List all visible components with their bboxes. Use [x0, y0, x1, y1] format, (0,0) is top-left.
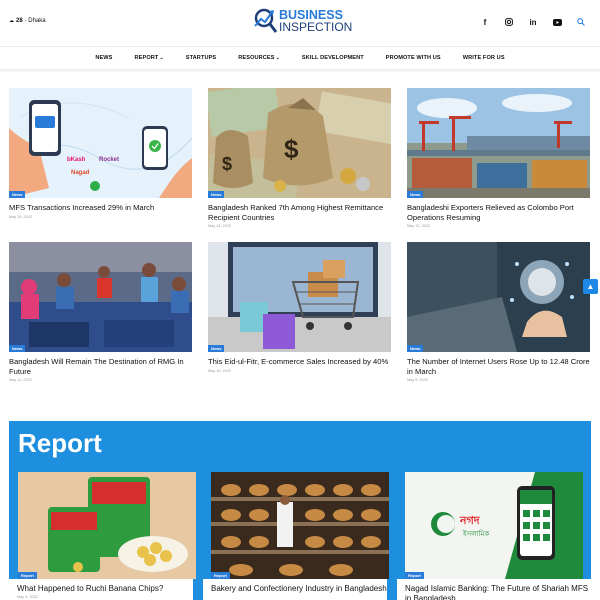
- nav-item-skill-development[interactable]: SKILL DEVELOPMENT: [291, 55, 375, 61]
- article-date: May 12, 2022: [407, 224, 431, 228]
- report-title[interactable]: Bakery and Confectionery Industry in Ban…: [211, 584, 387, 594]
- article-title[interactable]: Bangladesh Ranked 7th Among Highest Remi…: [208, 203, 391, 222]
- search-icon[interactable]: [576, 17, 586, 27]
- chevron-up-icon: ▲: [586, 282, 595, 291]
- weather-unit: °: [24, 18, 27, 24]
- main-nav: NEWS REPORT⌄ STARTUPS RESOURCES⌄ SKILL D…: [0, 47, 600, 69]
- youtube-icon[interactable]: [552, 17, 562, 27]
- article-date: May 10, 2022: [208, 368, 232, 373]
- article-title[interactable]: MFS Transactions Increased 29% in March: [9, 203, 192, 213]
- category-badge[interactable]: Report: [405, 572, 424, 579]
- chevron-down-icon: ⌄: [275, 55, 280, 61]
- weather-temp: 28: [16, 18, 23, 24]
- report-date: May 4, 2022: [17, 594, 38, 599]
- social-links: f in: [480, 17, 586, 27]
- report-thumbnail[interactable]: Report: [18, 472, 196, 579]
- article-card[interactable]: News The Number of Internet Users Rose U…: [407, 242, 590, 382]
- category-badge[interactable]: News: [407, 191, 424, 198]
- nav-item-news[interactable]: NEWS: [84, 55, 123, 61]
- report-card[interactable]: নগদ ইসলামিক Report: [405, 472, 583, 579]
- article-card[interactable]: News Bangladeshi Exporters Relieved as C…: [407, 88, 590, 228]
- report-card[interactable]: Report: [18, 472, 196, 579]
- article-thumbnail[interactable]: News: [208, 242, 391, 352]
- weather-widget: ☁ 28 ° Dhaka: [9, 18, 46, 24]
- nav-shadow: [0, 69, 600, 73]
- site-logo[interactable]: BUSINESS INSPECTION: [252, 5, 352, 37]
- category-badge[interactable]: News: [9, 345, 26, 352]
- chevron-down-icon: ⌄: [159, 55, 164, 61]
- article-date: May 15, 2022: [9, 214, 33, 219]
- article-title[interactable]: This Eid-ul-Fitr, E-commerce Sales Incre…: [208, 357, 391, 367]
- scroll-to-top-button[interactable]: ▲: [583, 279, 598, 294]
- report-caption-bg: Bakery and Confectionery Industry in Ban…: [203, 579, 387, 600]
- article-date: May 14, 2022: [208, 224, 232, 228]
- article-date: May 11, 2022: [9, 378, 32, 382]
- category-badge[interactable]: Report: [18, 572, 37, 579]
- report-caption-bg: Nagad Islamic Banking: The Future of Sha…: [397, 579, 591, 600]
- report-title[interactable]: What Happened to Ruchi Banana Chips?: [17, 584, 193, 594]
- category-badge[interactable]: News: [9, 191, 26, 198]
- article-date: May 9, 2022: [407, 378, 428, 382]
- nav-item-promote-with-us[interactable]: PROMOTE WITH US: [375, 55, 452, 61]
- article-thumbnail[interactable]: News: [407, 242, 590, 352]
- report-caption-bg: What Happened to Ruchi Banana Chips? May…: [9, 579, 193, 600]
- svg-text:নগদ: নগদ: [459, 515, 481, 527]
- article-title[interactable]: Bangladeshi Exporters Relieved as Colomb…: [407, 203, 590, 222]
- weather-city: Dhaka: [28, 18, 46, 24]
- report-card[interactable]: Report: [211, 472, 389, 579]
- article-thumbnail[interactable]: News: [9, 242, 192, 352]
- logo-line-2: INSPECTION: [279, 20, 353, 34]
- article-thumbnail[interactable]: bKash Rocket Nagad News: [9, 88, 192, 198]
- section-title[interactable]: Report: [18, 428, 102, 459]
- facebook-icon[interactable]: f: [480, 17, 490, 27]
- svg-text:Rocket: Rocket: [99, 157, 119, 163]
- category-badge[interactable]: Report: [211, 572, 230, 579]
- nav-item-resources[interactable]: RESOURCES⌄: [227, 55, 291, 61]
- svg-text:ইসলামিক: ইসলামিক: [462, 530, 489, 538]
- instagram-icon[interactable]: [504, 17, 514, 27]
- article-title[interactable]: The Number of Internet Users Rose Up to …: [407, 357, 590, 376]
- article-card[interactable]: $ $ News Bangladesh Ranked 7th Among Hig…: [208, 88, 391, 228]
- svg-text:$: $: [284, 134, 299, 164]
- nav-item-report[interactable]: REPORT⌄: [124, 55, 175, 61]
- svg-text:$: $: [222, 154, 232, 174]
- category-badge[interactable]: News: [407, 345, 424, 352]
- nav-item-startups[interactable]: STARTUPS: [175, 55, 228, 61]
- report-thumbnail[interactable]: Report: [211, 472, 389, 579]
- nav-item-write-for-us[interactable]: WRITE FOR US: [452, 55, 516, 61]
- weather-icon: ☁: [9, 18, 14, 24]
- logo-magnifier-icon: [252, 6, 278, 36]
- article-card[interactable]: bKash Rocket Nagad News MFS Transactions…: [9, 88, 192, 219]
- linkedin-icon[interactable]: in: [528, 17, 538, 27]
- category-badge[interactable]: News: [208, 345, 225, 352]
- article-card[interactable]: News This Eid-ul-Fitr, E-commerce Sales …: [208, 242, 391, 373]
- report-thumbnail[interactable]: নগদ ইসলামিক Report: [405, 472, 583, 579]
- article-card[interactable]: News Bangladesh Will Remain The Destinat…: [9, 242, 192, 382]
- category-badge[interactable]: News: [208, 191, 225, 198]
- article-thumbnail[interactable]: $ $ News: [208, 88, 391, 198]
- top-bar: ☁ 28 ° Dhaka BUSINESS INSPECTION f in: [0, 0, 600, 46]
- report-title[interactable]: Nagad Islamic Banking: The Future of Sha…: [405, 584, 591, 600]
- article-thumbnail[interactable]: News: [407, 88, 590, 198]
- svg-text:Nagad: Nagad: [71, 170, 90, 176]
- article-title[interactable]: Bangladesh Will Remain The Destination o…: [9, 357, 192, 376]
- svg-text:bKash: bKash: [67, 157, 86, 163]
